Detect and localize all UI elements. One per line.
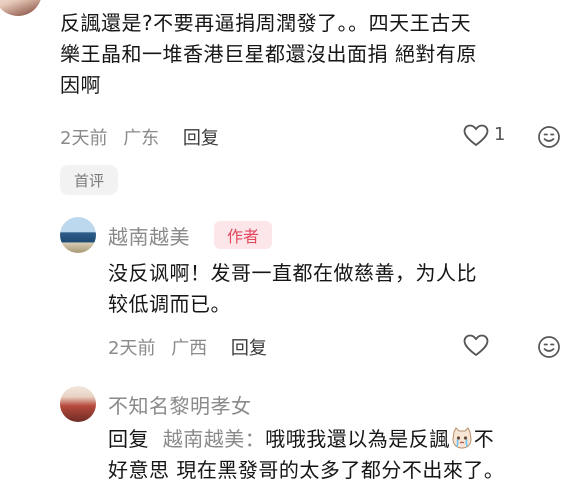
comment-line: 回复 越南越美：哦哦我還以為是反諷 不 [108, 424, 573, 455]
reply-button[interactable]: 回复 [183, 128, 219, 149]
emoji-face-icon [538, 126, 560, 148]
comment-body: 回复 越南越美：哦哦我還以為是反諷 不 好意思 現在黑發哥的太多了都分不出來了。 [108, 424, 573, 486]
comment-time: 2天前 [108, 338, 156, 359]
avatar[interactable] [0, 0, 42, 16]
like-button[interactable] [462, 122, 490, 150]
like-count: 1 [494, 124, 506, 145]
username[interactable]: 不知名黎明孝女 [108, 390, 252, 419]
heart-outline-icon [463, 334, 489, 356]
comment-line: 较低调而已。 [108, 292, 231, 316]
comment-line: 樂王晶和一堆香港巨星都還沒出面捐 絕對有原 [60, 42, 477, 66]
first-comment-badge: 首评 [60, 165, 118, 195]
reply-prefix: 回复 [108, 427, 149, 451]
avatar[interactable] [60, 217, 96, 253]
comment-meta: 2天前 广西 回复 [108, 334, 277, 360]
reply-target-username[interactable]: 越南越美： [163, 427, 266, 451]
react-button[interactable] [536, 334, 562, 360]
reply-button[interactable]: 回复 [231, 338, 267, 359]
comment-text-segment: 不 [473, 427, 495, 451]
avatar[interactable] [60, 386, 96, 422]
comment-body: 反諷還是?不要再逼捐周潤發了。。四天王古天 樂王晶和一堆香港巨星都還沒出面捐 絕… [60, 8, 570, 101]
like-button[interactable] [462, 332, 490, 360]
comment-line: 好意思 現在黑發哥的太多了都分不出來了。 [108, 458, 505, 482]
author-badge: 作者 [214, 221, 272, 249]
comment-text-segment: 哦哦我還以為是反諷 [265, 427, 450, 451]
comment-line: 因啊 [60, 73, 101, 97]
comment-meta: 2天前 广东 回复 [60, 124, 229, 150]
crying-cat-emoji-icon [452, 427, 472, 449]
comment-line: 反諷還是?不要再逼捐周潤發了。。四天王古天 [60, 11, 472, 35]
comment-location: 广西 [171, 338, 208, 359]
comment-location: 广东 [123, 128, 160, 149]
comment-time: 2天前 [60, 128, 108, 149]
emoji-face-icon [538, 336, 560, 358]
react-button[interactable] [536, 124, 562, 150]
comment-body: 没反讽啊！发哥一直都在做慈善，为人比 较低调而已。 [108, 258, 568, 320]
comment-line: 没反讽啊！发哥一直都在做慈善，为人比 [108, 261, 477, 285]
username[interactable]: 越南越美 [108, 221, 190, 250]
heart-outline-icon [463, 124, 489, 146]
